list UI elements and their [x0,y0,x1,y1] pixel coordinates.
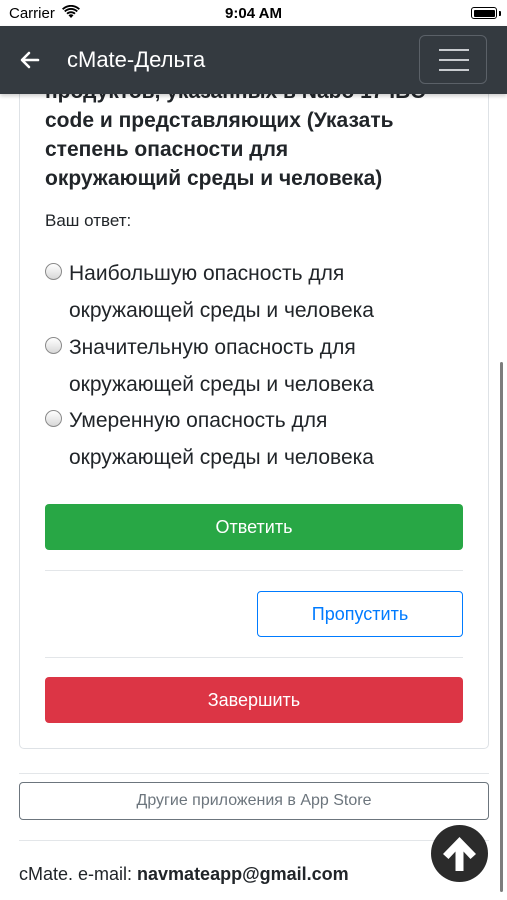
option-line: окружающей среды и человека [69,373,374,396]
divider [45,657,463,658]
answer-label: Ваш ответ: [45,211,132,230]
option-line: Умеренную опасность для [69,409,328,432]
footer-email[interactable]: navmateapp@gmail.com [137,864,349,884]
divider [45,570,463,571]
arrow-left-icon[interactable] [18,48,42,72]
question-line: code и представляющих (Указать [45,109,394,132]
question-text: продуктов, указанных в Nabo 17 IBC code … [45,77,465,193]
status-bar: Carrier 9:04 AM [0,0,507,26]
option-line: окружающей среды и человека [69,299,374,322]
skip-button[interactable]: Пропустить [257,591,463,637]
arrow-up-icon [443,837,476,871]
divider [19,840,489,841]
app-title[interactable]: cMate-Дельта [67,47,205,73]
hamburger-icon [439,59,469,61]
scrollbar[interactable] [500,362,503,892]
footer-prefix: cMate. e-mail: [19,864,138,884]
divider [19,773,489,774]
question-line: окружающий среды и человека) [45,167,383,190]
navbar: cMate-Дельта [0,26,507,94]
option-text[interactable]: Умеренную опасность для окружающей среды… [69,402,469,476]
radio-button[interactable] [45,337,62,354]
finish-button[interactable]: Завершить [45,677,463,723]
other-apps-button[interactable]: Другие приложения в App Store [19,782,489,820]
menu-toggle-button[interactable] [419,35,487,84]
scroll-to-top-button[interactable] [431,825,488,882]
hamburger-icon [439,69,469,71]
submit-answer-button[interactable]: Ответить [45,504,463,550]
option-text[interactable]: Значительную опасность для окружающей ср… [69,329,469,403]
question-line: степень опасности для [45,138,289,161]
option-line: Значительную опасность для [69,336,356,359]
radio-button[interactable] [45,410,62,427]
hamburger-icon [439,49,469,51]
option-line: Наибольшую опасность для [69,262,345,285]
radio-button[interactable] [45,263,62,280]
clock: 9:04 AM [225,5,282,22]
option-line: окружающей среды и человека [69,446,374,469]
battery-icon [471,7,501,19]
option-text[interactable]: Наибольшую опасность для окружающей сред… [69,255,469,329]
footer-contact: cMate. e-mail: navmateapp@gmail.com [19,864,349,885]
